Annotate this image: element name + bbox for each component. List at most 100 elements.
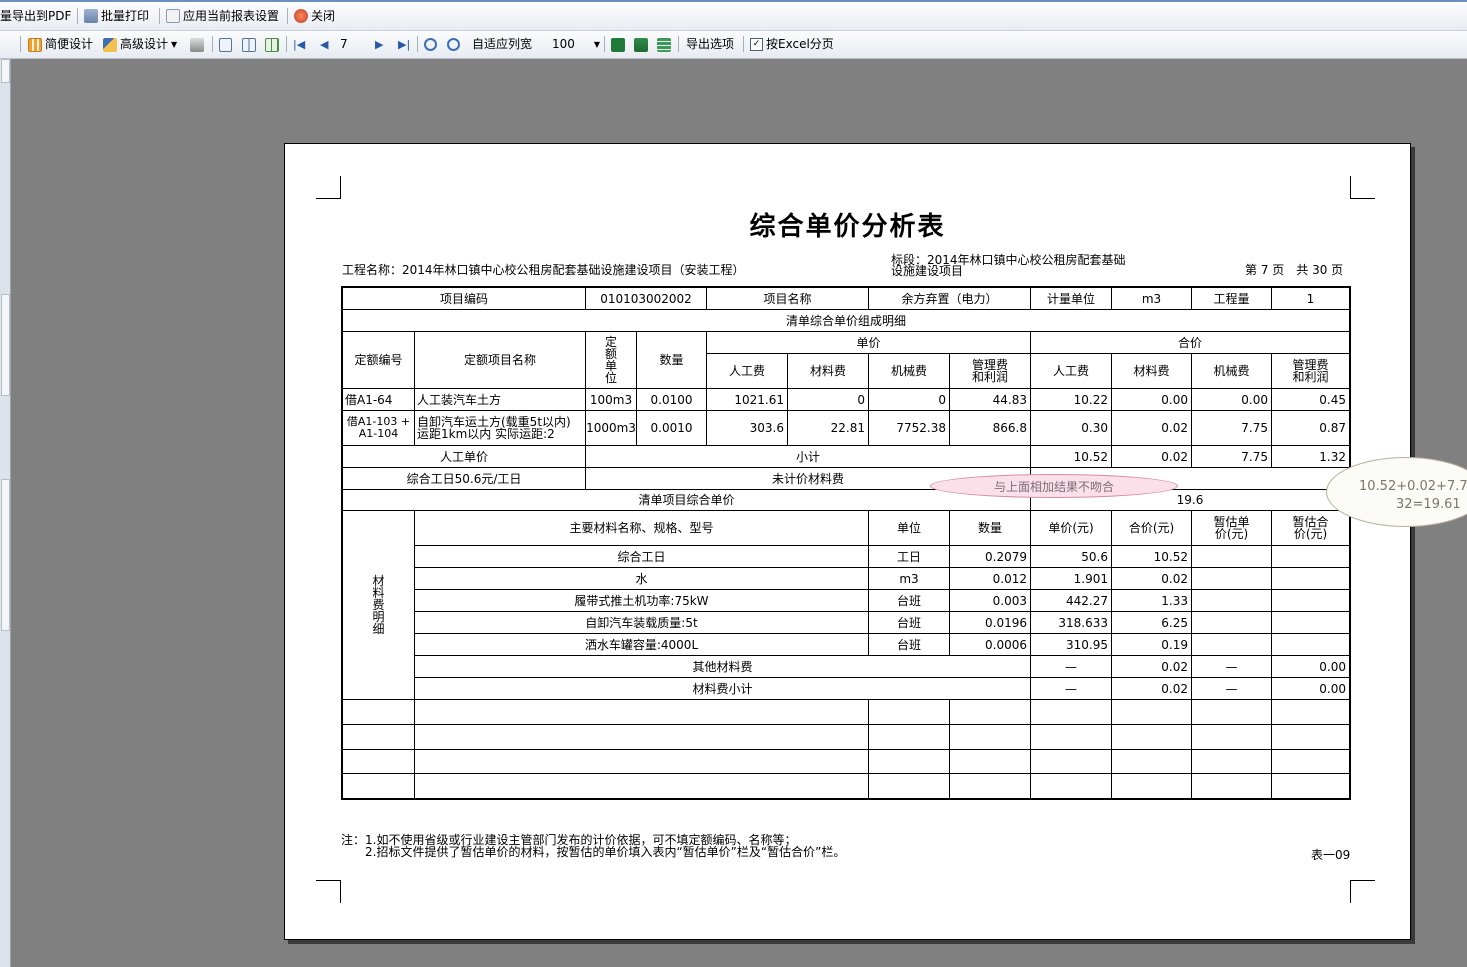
blank-cell (343, 774, 415, 798)
simple-design-label: 简便设计 (45, 37, 94, 51)
blank-cell (1272, 725, 1349, 750)
export-excel-button[interactable] (611, 31, 625, 58)
blank-cell (1031, 700, 1112, 725)
row2-p-labor: 303.6 (707, 411, 788, 446)
page-number-value: 7 (340, 37, 348, 51)
mat-qty: 0.012 (950, 568, 1031, 590)
single-page-icon (219, 37, 232, 52)
mat-total: 1.33 (1112, 590, 1192, 612)
workday-label: 综合工日50.6元/工日 (343, 468, 586, 490)
col-quota-unit: 定额单位 (586, 332, 637, 389)
mat-price: 1.901 (1031, 568, 1112, 590)
other-mat-est-total: 0.00 (1272, 656, 1349, 678)
side-scrollbar[interactable] (1, 479, 10, 631)
row1-t-mach: 0.00 (1192, 389, 1272, 411)
blank-cell (1112, 750, 1192, 774)
subtotal-mgmt: 1.32 (1272, 446, 1349, 468)
row2-t-mgmt: 0.87 (1272, 411, 1349, 446)
unit-value: m3 (1112, 288, 1192, 310)
zoom-in-button[interactable] (424, 31, 437, 58)
next-page-button[interactable]: ▶ (375, 31, 383, 58)
excel-paging-checkbox[interactable]: ✓ 按Excel分页 (750, 31, 834, 58)
toolbar-grip (20, 36, 21, 52)
col-p-material: 材料费 (788, 354, 869, 389)
blank-cell (869, 725, 950, 750)
mat-subtotal-label: 材料费小计 (415, 678, 1031, 700)
mat-price: 310.95 (1031, 634, 1112, 656)
name-label: 项目名称 (707, 288, 869, 310)
mat-est-total (1272, 546, 1349, 568)
toolbar-report: 简便设计 高级设计 ▼ |◀ ◀ 7 ▶ ▶| 自适应列宽 100 ▼ 导出选项… (0, 31, 1467, 59)
mat-col-price: 单价(元) (1031, 511, 1112, 546)
chevron-down-icon[interactable]: ▼ (171, 31, 177, 58)
side-tab[interactable] (1, 59, 10, 83)
footnote-2: 2.招标文件提供了暂估单价的材料，按暂估的单价填入表内“暂估单价”栏及“暂估合价… (341, 845, 846, 859)
col-t-machine: 机械费 (1192, 354, 1272, 389)
mat-subtotal-price: — (1031, 678, 1112, 700)
row2-t-mat: 0.02 (1112, 411, 1192, 446)
fit-width-button[interactable]: 自适应列宽 (472, 31, 532, 58)
page-number-input[interactable]: 7 (340, 31, 348, 58)
blank-cell (415, 750, 869, 774)
code-value: 010103002002 (586, 288, 707, 310)
blank-cell (343, 725, 415, 750)
project-name: 工程名称：2014年林口镇中心校公租房配套基础设施建设项目（安装工程） (342, 263, 745, 277)
prev-page-button[interactable]: ◀ (320, 31, 328, 58)
single-page-button[interactable] (219, 31, 232, 58)
mismatch-comment[interactable]: 与上面相加结果不吻合 (930, 474, 1178, 498)
left-side-panel[interactable] (0, 59, 11, 967)
export-pdf-label: 量导出到PDF (0, 9, 72, 23)
col-total-price: 合价 (1031, 332, 1349, 354)
close-icon (294, 9, 308, 23)
blank-cell (869, 750, 950, 774)
mat-total: 6.25 (1112, 612, 1192, 634)
mat-total: 0.19 (1112, 634, 1192, 656)
mat-name: 洒水车罐容量:4000L (415, 634, 869, 656)
name-value: 余方弃置（电力） (869, 288, 1031, 310)
first-page-button[interactable]: |◀ (293, 31, 305, 58)
mat-total: 0.02 (1112, 568, 1192, 590)
prev-page-icon: ◀ (320, 38, 329, 51)
mat-price: 442.27 (1031, 590, 1112, 612)
crop-mark (1350, 176, 1351, 199)
export-excel-multi-button[interactable] (657, 31, 671, 58)
simple-design-button[interactable]: 简便设计 (28, 31, 93, 58)
advanced-design-button[interactable]: 高级设计 ▼ (103, 31, 177, 58)
apply-settings-button[interactable]: 应用当前报表设置 (166, 2, 279, 30)
close-button[interactable]: 关闭 (294, 2, 335, 30)
blank-cell (1192, 750, 1272, 774)
mat-total: 10.52 (1112, 546, 1192, 568)
toolbar-separator (604, 36, 605, 52)
subtotal-mat: 0.02 (1112, 446, 1192, 468)
calc-line-1: 10.52+0.02+7.75+1. (1359, 479, 1467, 494)
subtotal-mach: 7.75 (1192, 446, 1272, 468)
two-page-button[interactable] (242, 31, 256, 58)
row2-p-mach: 7752.38 (869, 411, 950, 446)
export-excel-sheet-button[interactable] (634, 31, 648, 58)
mat-name: 履带式推土机功率:75kW (415, 590, 869, 612)
labor-unit-label: 人工单价 (343, 446, 586, 468)
toolbar-separator (678, 36, 679, 52)
blank-cell (1031, 750, 1112, 774)
side-splitter[interactable] (1, 294, 10, 396)
crop-mark (340, 176, 341, 199)
mat-unit: 台班 (869, 612, 950, 634)
toolbar-separator (417, 36, 418, 52)
zoom-out-button[interactable] (447, 31, 460, 58)
subtotal-labor: 10.52 (1031, 446, 1112, 468)
export-pdf-button[interactable]: 量导出到PDF (0, 2, 71, 30)
mat-name: 水 (415, 568, 869, 590)
zoom-select[interactable]: 100 ▼ (540, 31, 600, 58)
last-page-button[interactable]: ▶| (398, 31, 410, 58)
other-mat-total: 0.02 (1112, 656, 1192, 678)
export-options-button[interactable]: 导出选项 (686, 31, 734, 58)
mat-est-total (1272, 634, 1349, 656)
close-label: 关闭 (311, 9, 336, 23)
print-button[interactable] (190, 31, 204, 58)
multi-page-button[interactable] (265, 31, 279, 58)
other-mat-label: 其他材料费 (415, 656, 1031, 678)
batch-print-button[interactable]: 批量打印 (84, 2, 149, 30)
mat-subtotal-est-price: — (1192, 678, 1272, 700)
mat-est-price (1192, 546, 1272, 568)
blank-cell (1112, 774, 1192, 798)
